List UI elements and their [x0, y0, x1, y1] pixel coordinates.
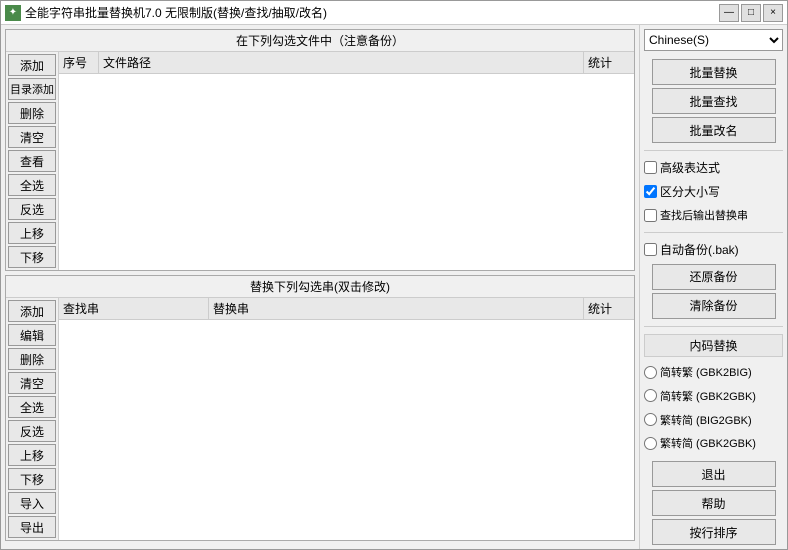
- radio-s2s-gbk2gbk-row: 简转繁 (GBK2GBK): [644, 386, 783, 406]
- right-panel: Chinese(S) Chinese(T) English Japanese 批…: [639, 25, 787, 549]
- file-view-button[interactable]: 查看: [8, 150, 56, 172]
- language-row: Chinese(S) Chinese(T) English Japanese: [644, 29, 783, 51]
- show-replace-row: 查找后输出替换串: [644, 205, 783, 225]
- file-sidebar-buttons: 添加 目录添加 删除 清空 查看 全选 反选 上移 下移: [6, 52, 59, 270]
- title-controls: — □ ×: [719, 4, 783, 22]
- advanced-regex-row: 高级表达式: [644, 158, 783, 178]
- file-dir-add-button[interactable]: 目录添加: [8, 78, 56, 100]
- main-window: ✦ 全能字符串批量替换机7.0 无限制版(替换/查找/抽取/改名) — □ × …: [0, 0, 788, 550]
- replace-table: 查找串 替换串 统计: [59, 298, 634, 540]
- replace-export-button[interactable]: 导出: [8, 516, 56, 538]
- file-move-down-button[interactable]: 下移: [8, 246, 56, 268]
- replace-move-up-button[interactable]: 上移: [8, 444, 56, 466]
- batch-rename-button[interactable]: 批量改名: [652, 117, 776, 143]
- replace-sidebar-buttons: 添加 编辑 删除 清空 全选 反选 上移 下移 导入 导出: [6, 298, 59, 540]
- restore-backup-button[interactable]: 还原备份: [652, 264, 776, 290]
- col-find-header: 查找串: [59, 298, 209, 319]
- col-replace-header: 替换串: [209, 298, 584, 319]
- replace-invert-button[interactable]: 反选: [8, 420, 56, 442]
- radio-t2s-gbk2gbk-label: 繁转简 (GBK2GBK): [660, 435, 756, 451]
- col-num-header: 序号: [59, 52, 99, 73]
- advanced-regex-checkbox[interactable]: [644, 161, 657, 174]
- clear-backup-button[interactable]: 清除备份: [652, 293, 776, 319]
- radio-t2s-big2gbk[interactable]: [644, 413, 657, 426]
- file-section-header: 在下列勾选文件中（注意备份）: [6, 30, 634, 52]
- separator-2: [644, 232, 783, 233]
- replace-section-header: 替换下列勾选串(双击修改): [6, 276, 634, 298]
- replace-table-body[interactable]: [59, 320, 634, 540]
- col-stat-header2: 统计: [584, 298, 634, 319]
- auto-backup-label: 自动备份(.bak): [660, 241, 739, 258]
- col-path-header: 文件路径: [99, 52, 584, 73]
- replace-section-body: 添加 编辑 删除 清空 全选 反选 上移 下移 导入 导出 查找串: [6, 298, 634, 540]
- app-icon: ✦: [5, 5, 21, 21]
- file-table-body[interactable]: [59, 74, 634, 270]
- case-sensitive-row: 区分大小写: [644, 182, 783, 202]
- separator-1: [644, 150, 783, 151]
- auto-backup-checkbox[interactable]: [644, 243, 657, 256]
- bottom-buttons: 退出 帮助 按行排序: [644, 461, 783, 545]
- batch-find-button[interactable]: 批量查找: [652, 88, 776, 114]
- radio-s2t-gbk2big[interactable]: [644, 366, 657, 379]
- radio-s2s-gbk2gbk[interactable]: [644, 389, 657, 402]
- show-replace-label: 查找后输出替换串: [660, 207, 748, 223]
- radio-s2s-gbk2gbk-label: 简转繁 (GBK2GBK): [660, 388, 756, 404]
- show-replace-checkbox[interactable]: [644, 209, 657, 222]
- maximize-button[interactable]: □: [741, 4, 761, 22]
- replace-move-down-button[interactable]: 下移: [8, 468, 56, 490]
- auto-backup-row: 自动备份(.bak): [644, 240, 783, 260]
- file-invert-button[interactable]: 反选: [8, 198, 56, 220]
- radio-t2s-gbk2gbk[interactable]: [644, 437, 657, 450]
- replace-section: 替换下列勾选串(双击修改) 添加 编辑 删除 清空 全选 反选 上移 下移 导入…: [5, 275, 635, 541]
- replace-delete-button[interactable]: 删除: [8, 348, 56, 370]
- replace-edit-button[interactable]: 编辑: [8, 324, 56, 346]
- file-section: 在下列勾选文件中（注意备份） 添加 目录添加 删除 清空 查看 全选 反选 上移…: [5, 29, 635, 271]
- window-title: 全能字符串批量替换机7.0 无限制版(替换/查找/抽取/改名): [25, 4, 327, 21]
- file-clear-button[interactable]: 清空: [8, 126, 56, 148]
- action-buttons: 批量替换 批量查找 批量改名: [644, 59, 783, 143]
- replace-table-header: 查找串 替换串 统计: [59, 298, 634, 320]
- file-add-button[interactable]: 添加: [8, 54, 56, 76]
- case-sensitive-label: 区分大小写: [660, 183, 720, 200]
- sort-button[interactable]: 按行排序: [652, 519, 776, 545]
- minimize-button[interactable]: —: [719, 4, 739, 22]
- left-panel: 在下列勾选文件中（注意备份） 添加 目录添加 删除 清空 查看 全选 反选 上移…: [1, 25, 639, 549]
- file-section-body: 添加 目录添加 删除 清空 查看 全选 反选 上移 下移 序号 文件路径: [6, 52, 634, 270]
- col-stat-header: 统计: [584, 52, 634, 73]
- replace-add-button[interactable]: 添加: [8, 300, 56, 322]
- close-button[interactable]: ×: [763, 4, 783, 22]
- exit-button[interactable]: 退出: [652, 461, 776, 487]
- radio-t2s-big2gbk-row: 繁转简 (BIG2GBK): [644, 410, 783, 430]
- file-select-all-button[interactable]: 全选: [8, 174, 56, 196]
- radio-s2t-gbk2big-row: 简转繁 (GBK2BIG): [644, 363, 783, 383]
- file-table-header: 序号 文件路径 统计: [59, 52, 634, 74]
- language-dropdown[interactable]: Chinese(S) Chinese(T) English Japanese: [644, 29, 783, 51]
- radio-s2t-gbk2big-label: 简转繁 (GBK2BIG): [660, 364, 752, 380]
- case-sensitive-checkbox[interactable]: [644, 185, 657, 198]
- replace-clear-button[interactable]: 清空: [8, 372, 56, 394]
- radio-t2s-big2gbk-label: 繁转简 (BIG2GBK): [660, 412, 752, 428]
- replace-import-button[interactable]: 导入: [8, 492, 56, 514]
- file-move-up-button[interactable]: 上移: [8, 222, 56, 244]
- radio-t2s-gbk2gbk-row: 繁转简 (GBK2GBK): [644, 433, 783, 453]
- title-bar-left: ✦ 全能字符串批量替换机7.0 无限制版(替换/查找/抽取/改名): [5, 4, 327, 21]
- internal-code-title: 内码替换: [644, 334, 783, 357]
- replace-select-all-button[interactable]: 全选: [8, 396, 56, 418]
- help-button[interactable]: 帮助: [652, 490, 776, 516]
- backup-buttons: 还原备份 清除备份: [644, 264, 783, 319]
- file-table: 序号 文件路径 统计: [59, 52, 634, 270]
- separator-3: [644, 326, 783, 327]
- main-content: 在下列勾选文件中（注意备份） 添加 目录添加 删除 清空 查看 全选 反选 上移…: [1, 25, 787, 549]
- advanced-regex-label: 高级表达式: [660, 159, 720, 176]
- title-bar: ✦ 全能字符串批量替换机7.0 无限制版(替换/查找/抽取/改名) — □ ×: [1, 1, 787, 25]
- file-delete-button[interactable]: 删除: [8, 102, 56, 124]
- batch-replace-button[interactable]: 批量替换: [652, 59, 776, 85]
